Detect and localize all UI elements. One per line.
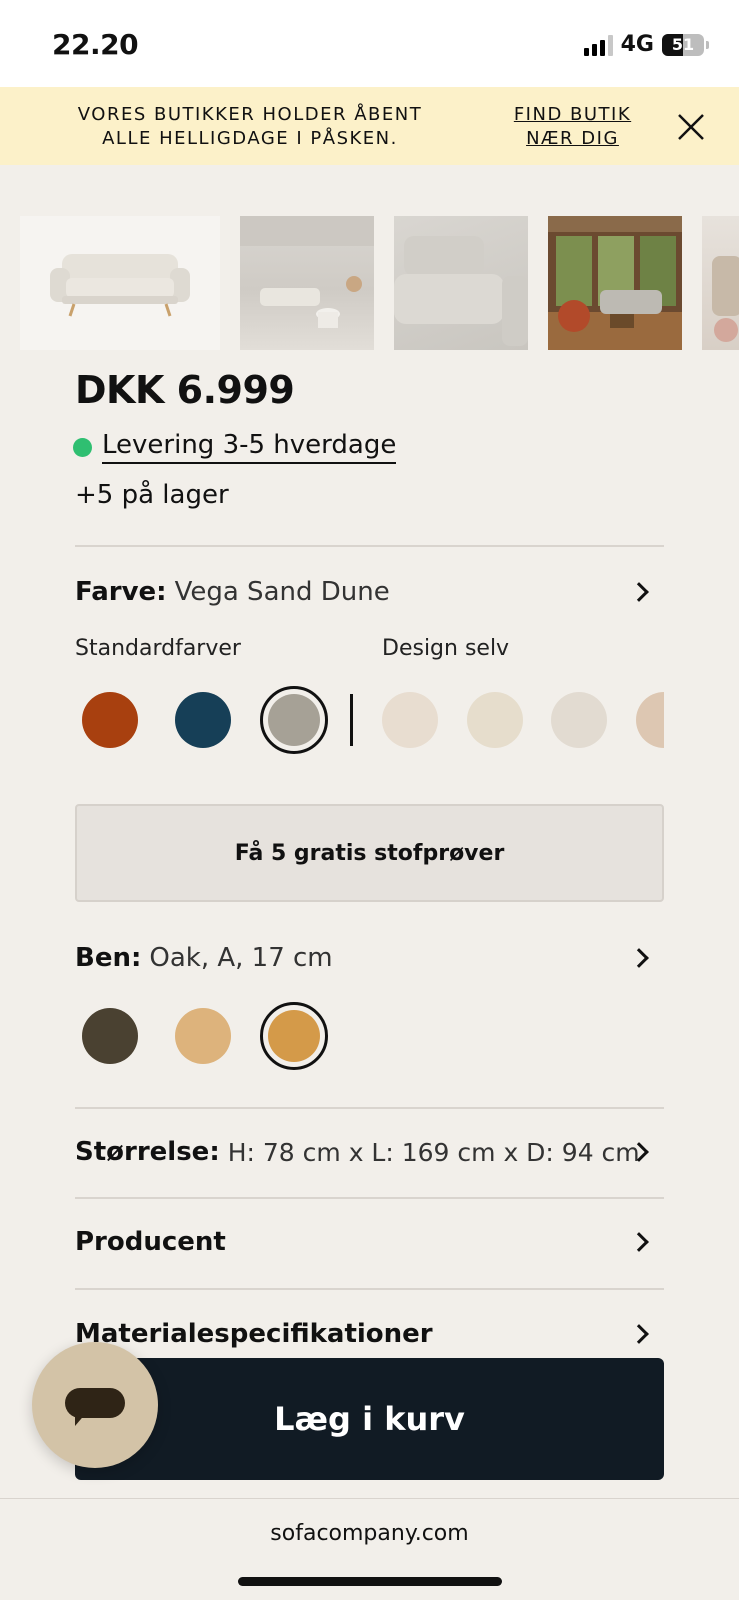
swatch-divider <box>350 694 353 746</box>
product-gallery[interactable] <box>20 216 739 350</box>
status-bar: 22.20 4G 51 <box>0 0 739 87</box>
gallery-image-1[interactable] <box>20 216 220 350</box>
leg-swatch-dark[interactable] <box>82 1008 138 1064</box>
close-icon[interactable] <box>673 109 709 145</box>
gallery-image-3[interactable] <box>394 216 528 350</box>
url-text[interactable]: sofacompany.com <box>0 1521 739 1546</box>
manufacturer-row[interactable]: Producent <box>75 1222 664 1262</box>
gallery-image-5[interactable] <box>702 216 739 350</box>
battery-icon: 51 <box>662 33 704 56</box>
standard-colors-heading: Standardfarver <box>75 636 241 661</box>
delivery-link[interactable]: Levering 3-5 hverdage <box>102 430 397 464</box>
free-samples-button[interactable]: Få 5 gratis stofprøver <box>75 804 664 902</box>
materials-row[interactable]: Materialespecifikationer <box>75 1314 664 1354</box>
size-row[interactable]: Størrelse: H: 78 cm x L: 169 cm x D: 94 … <box>75 1132 664 1172</box>
chevron-right-icon <box>629 1232 649 1252</box>
custom-swatch-3[interactable] <box>551 692 607 748</box>
color-swatch-rust[interactable] <box>82 692 138 748</box>
leg-swatch-oak[interactable] <box>260 1002 328 1070</box>
product-price: DKK 6.999 <box>75 368 295 412</box>
chevron-right-icon <box>629 1324 649 1344</box>
materials-label: Materialespecifikationer <box>75 1319 433 1349</box>
in-stock-dot-icon <box>73 437 92 457</box>
custom-swatch-1[interactable] <box>382 692 438 748</box>
promo-banner: VORES BUTIKKER HOLDER ÅBENT ALLE HELLIGD… <box>0 87 739 165</box>
gallery-image-2[interactable] <box>240 216 374 350</box>
home-indicator[interactable] <box>238 1577 502 1586</box>
divider <box>75 1288 664 1290</box>
legs-row[interactable]: Ben: Oak, A, 17 cm <box>75 938 664 978</box>
divider <box>75 1107 664 1109</box>
divider <box>75 545 664 547</box>
color-value: Vega Sand Dune <box>174 577 390 607</box>
legs-value: Oak, A, 17 cm <box>149 943 333 973</box>
network-type: 4G <box>620 32 654 57</box>
custom-colors-heading: Design selv <box>382 636 510 661</box>
color-label: Farve: <box>75 577 167 607</box>
stock-count: +5 på lager <box>75 480 229 510</box>
browser-url-bar[interactable]: sofacompany.com <box>0 1498 739 1600</box>
status-time: 22.20 <box>52 28 139 61</box>
color-swatch-petrol[interactable] <box>175 692 231 748</box>
chat-button[interactable] <box>32 1342 158 1468</box>
size-label: Størrelse: <box>75 1137 220 1167</box>
size-value: H: 78 cm x L: 169 cm x D: 94 cm <box>227 1137 640 1167</box>
chat-bubble-icon <box>65 1388 125 1418</box>
leg-swatch-light-oak[interactable] <box>175 1008 231 1064</box>
color-swatch-sand-dune[interactable] <box>260 686 328 754</box>
color-row[interactable]: Farve: Vega Sand Dune <box>75 572 664 612</box>
battery-level: 51 <box>671 34 695 54</box>
custom-swatch-4-clip <box>636 692 664 748</box>
banner-message: VORES BUTIKKER HOLDER ÅBENT ALLE HELLIGD… <box>77 104 423 149</box>
find-store-link[interactable]: FIND BUTIK NÆR DIG <box>505 103 640 151</box>
status-indicators: 4G 51 <box>583 32 709 57</box>
delivery-info[interactable]: Levering 3-5 hverdage <box>73 430 397 464</box>
legs-label: Ben: <box>75 943 142 973</box>
divider <box>75 1197 664 1199</box>
chevron-right-icon <box>629 948 649 968</box>
manufacturer-label: Producent <box>75 1227 226 1257</box>
gallery-image-4[interactable] <box>548 216 682 350</box>
custom-swatch-2[interactable] <box>467 692 523 748</box>
signal-icon <box>583 34 613 56</box>
custom-swatch-4[interactable] <box>636 692 664 748</box>
chevron-right-icon <box>629 582 649 602</box>
add-to-cart-button[interactable]: Læg i kurv <box>75 1358 664 1480</box>
